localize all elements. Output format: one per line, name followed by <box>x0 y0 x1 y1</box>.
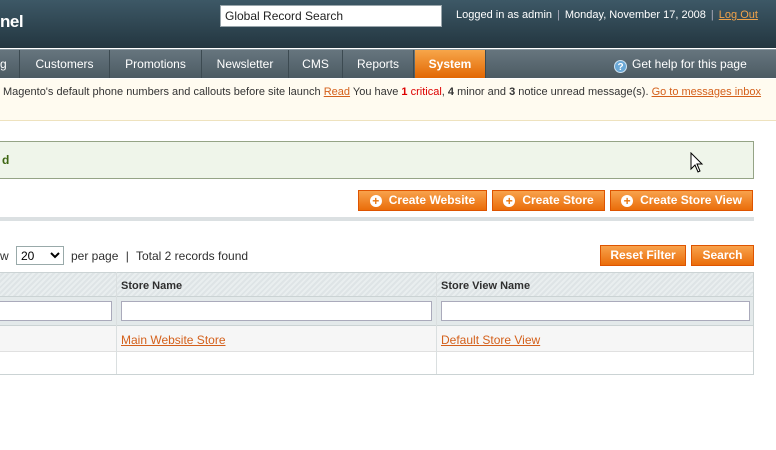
notice-text: Magento's default phone numbers and call… <box>3 86 762 98</box>
notice-count: 3 <box>509 86 516 98</box>
help-icon: ? <box>614 60 627 73</box>
plus-icon: + <box>369 195 382 207</box>
grid-header: Store Name Store View Name <box>0 272 753 297</box>
plus-icon: + <box>503 195 516 207</box>
per-page-label: per page <box>71 249 119 263</box>
main-nav: g Customers Promotions Newsletter CMS Re… <box>0 49 776 78</box>
system-notice: Magento's default phone numbers and call… <box>0 79 776 121</box>
mouse-cursor-icon <box>690 152 704 173</box>
nav-item-partial[interactable]: g <box>0 50 20 78</box>
nav-item-promotions[interactable]: Promotions <box>110 50 202 78</box>
pager-separator: | <box>125 249 129 263</box>
notice-label: notice unread message(s). <box>518 86 649 98</box>
critical-label: critical <box>410 86 442 98</box>
help-label: Get help for this page <box>632 57 747 71</box>
logout-link[interactable]: Log Out <box>719 9 758 21</box>
column-store-name[interactable]: Store Name <box>121 280 182 292</box>
column-divider <box>116 272 117 374</box>
nav-item-cms[interactable]: CMS <box>289 50 343 78</box>
store-view-name-link[interactable]: Default Store View <box>441 333 540 347</box>
total-records: Total 2 records found <box>135 249 249 263</box>
per-page-select[interactable]: 20 <box>16 246 64 265</box>
nav-item-system[interactable]: System <box>415 50 486 78</box>
create-store-view-button[interactable]: + Create Store View <box>610 190 753 211</box>
column-store-view-name[interactable]: Store View Name <box>441 280 530 292</box>
column-divider <box>436 272 437 374</box>
reset-filter-button[interactable]: Reset Filter <box>600 245 686 266</box>
logged-in-text: Logged in as admin <box>456 9 553 21</box>
minor-count: 4 <box>447 86 455 98</box>
success-message: d <box>2 153 10 167</box>
pager-info: per page | Total 2 records found <box>71 249 248 263</box>
section-divider <box>0 217 754 221</box>
create-store-view-label: Create Store View <box>640 193 742 207</box>
store-name-filter-input[interactable] <box>121 301 432 321</box>
table-row-empty <box>0 352 753 374</box>
logo: nel <box>0 12 24 31</box>
stores-grid: Store Name Store View Name Main Website … <box>0 272 754 375</box>
table-row[interactable]: Main Website Store Default Store View <box>0 326 753 352</box>
filter-row <box>0 297 753 326</box>
help-link[interactable]: ? Get help for this page <box>614 50 747 78</box>
messages-inbox-link[interactable]: Go to messages inbox <box>652 86 761 98</box>
store-view-filter-input[interactable] <box>441 301 750 321</box>
critical-count: 1 <box>401 86 408 98</box>
website-filter-input[interactable] <box>0 301 112 321</box>
header-user-info: Logged in as admin | Monday, November 17, … <box>456 9 758 21</box>
nav-item-customers[interactable]: Customers <box>20 50 110 78</box>
notice-you-have: You have <box>352 86 399 98</box>
nav-item-newsletter[interactable]: Newsletter <box>202 50 289 78</box>
create-website-button[interactable]: + Create Website <box>358 190 487 211</box>
notice-message: Magento's default phone numbers and call… <box>3 86 321 98</box>
search-button[interactable]: Search <box>691 245 754 266</box>
notice-read-link[interactable]: Read <box>324 86 350 98</box>
create-store-button[interactable]: + Create Store <box>492 190 605 211</box>
header-bar: nel Logged in as admin|Monday, November … <box>0 0 776 48</box>
global-search-input[interactable] <box>220 5 442 27</box>
plus-icon: + <box>621 195 634 207</box>
minor-label: minor and <box>457 86 507 98</box>
success-message-box: d <box>0 141 754 179</box>
date-text: Monday, November 17, 2008 <box>564 9 706 21</box>
view-label: w <box>0 249 9 263</box>
create-store-label: Create Store <box>522 193 594 207</box>
store-name-link[interactable]: Main Website Store <box>121 333 226 347</box>
create-website-label: Create Website <box>388 193 476 207</box>
nav-item-reports[interactable]: Reports <box>343 50 414 78</box>
